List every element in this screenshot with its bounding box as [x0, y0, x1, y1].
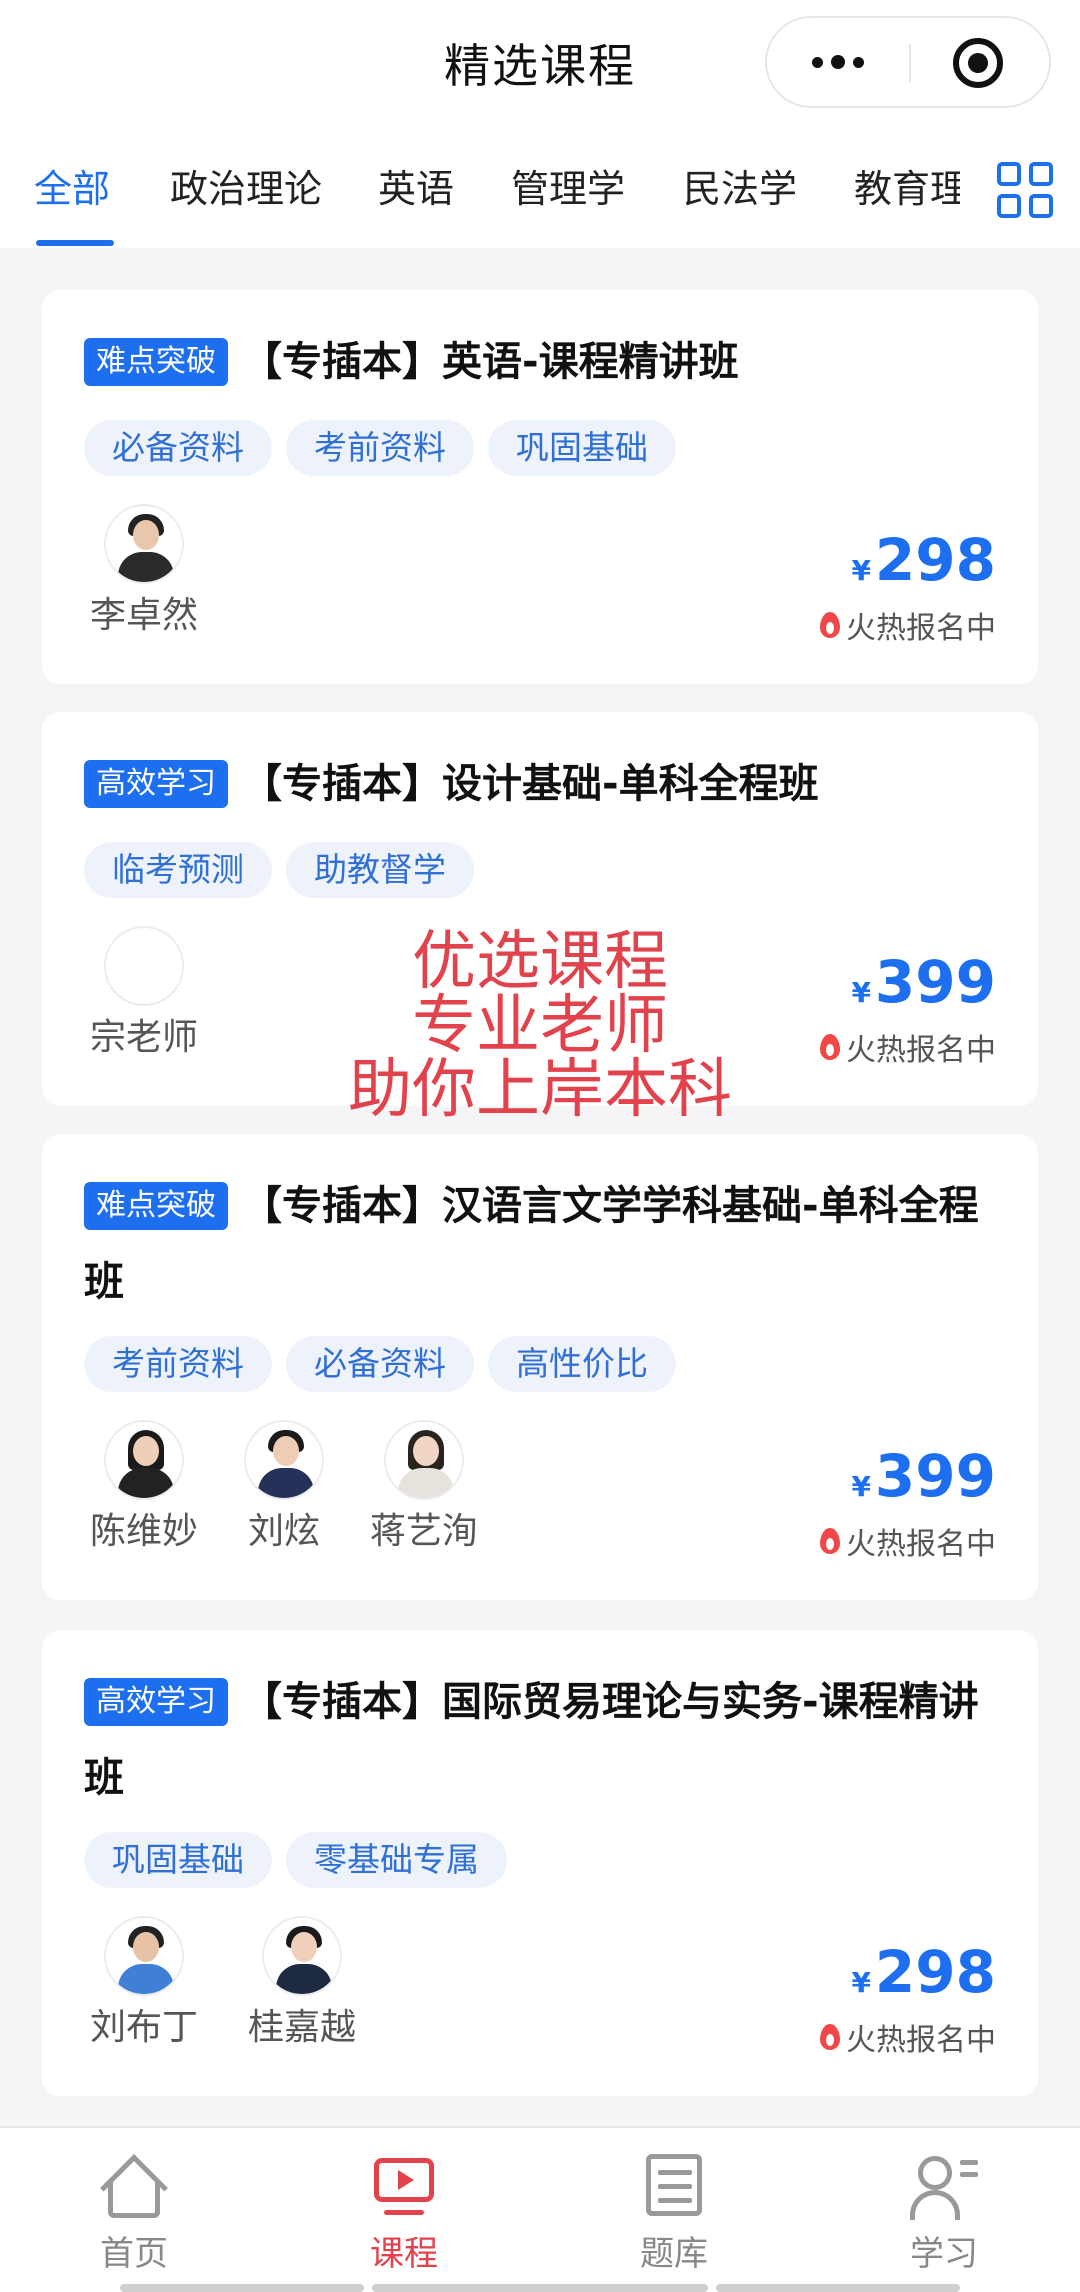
teacher-avatar	[104, 1916, 184, 1996]
course-price: ¥399	[851, 1442, 996, 1510]
teacher: 宗老师	[84, 926, 204, 1060]
home-indicator	[120, 2284, 364, 2292]
close-mini-program-icon[interactable]	[953, 38, 1003, 88]
teacher-avatar	[262, 1916, 342, 1996]
nav-label: 首页	[100, 2234, 168, 2274]
price-block: ¥298 火热报名中	[820, 1940, 996, 2059]
nav-study[interactable]: 学习	[874, 2152, 1014, 2275]
teacher-name: 宗老师	[89, 1017, 198, 1058]
dot-icon	[831, 55, 845, 69]
home-icon	[100, 2152, 168, 2222]
teacher-name: 李卓然	[89, 595, 198, 636]
tab-civil-law[interactable]: 民法学	[683, 158, 797, 213]
course-price: ¥399	[851, 948, 996, 1016]
nav-home[interactable]: 首页	[64, 2152, 204, 2275]
enroll-status: 火热报名中	[820, 1025, 996, 1069]
course-title: 难点突破 【专插本】英语-课程精讲班	[84, 324, 998, 400]
course-tag: 助教督学	[286, 842, 474, 898]
home-indicator	[716, 2284, 960, 2292]
course-tag: 考前资料	[286, 420, 474, 476]
nav-label: 课程	[370, 2234, 438, 2274]
mini-program-capsule	[765, 16, 1051, 108]
course-card[interactable]: 高效学习 【专插本】国际贸易理论与实务-课程精讲班 巩固基础 零基础专属 刘布丁 …	[42, 1630, 1038, 2096]
teacher: 刘布丁	[84, 1916, 204, 2050]
enroll-status: 火热报名中	[820, 603, 996, 647]
course-tag: 必备资料	[84, 420, 272, 476]
teacher-avatar	[104, 504, 184, 584]
course-title: 难点突破 【专插本】汉语言文学学科基础-单科全程班	[84, 1168, 998, 1320]
tab-politics[interactable]: 政治理论	[170, 158, 322, 213]
more-menu-button[interactable]	[767, 18, 909, 106]
teacher: 蒋艺洵	[364, 1420, 484, 1554]
course-tag: 考前资料	[84, 1336, 272, 1392]
enroll-status: 火热报名中	[820, 1519, 996, 1563]
tab-all[interactable]: 全部	[34, 158, 110, 213]
teacher-avatar	[384, 1420, 464, 1500]
dot-icon	[812, 56, 823, 68]
tab-education[interactable]: 教育理	[854, 158, 968, 213]
nav-quiz[interactable]: 题库	[604, 2152, 744, 2275]
tab-english[interactable]: 英语	[378, 158, 454, 213]
teacher-avatar	[104, 926, 184, 1006]
study-icon	[910, 2152, 978, 2220]
nav-course[interactable]: 课程	[334, 2152, 474, 2275]
teacher-name: 刘炫	[247, 1511, 320, 1552]
teacher-name: 蒋艺洵	[369, 1511, 478, 1552]
teacher: 陈维妙	[84, 1420, 204, 1554]
course-tag: 巩固基础	[488, 420, 676, 476]
home-indicator	[372, 2284, 708, 2292]
enroll-status: 火热报名中	[820, 2015, 996, 2059]
course-badge: 高效学习	[84, 760, 228, 808]
course-tags: 巩固基础 零基础专属	[84, 1832, 507, 1888]
course-title-text: 【专插本】设计基础-单科全程班	[242, 761, 819, 807]
course-tag: 高性价比	[488, 1336, 676, 1392]
teacher-avatar	[244, 1420, 324, 1500]
course-title: 高效学习 【专插本】设计基础-单科全程班	[84, 746, 998, 822]
nav-label: 学习	[910, 2234, 978, 2274]
course-card[interactable]: 难点突破 【专插本】汉语言文学学科基础-单科全程班 考前资料 必备资料 高性价比 …	[42, 1134, 1038, 1600]
course-tag: 临考预测	[84, 842, 272, 898]
teacher: 刘炫	[224, 1420, 344, 1554]
course-tag: 零基础专属	[286, 1832, 507, 1888]
course-tags: 临考预测 助教督学	[84, 842, 474, 898]
course-badge: 难点突破	[84, 338, 228, 386]
price-block: ¥399 火热报名中	[820, 1444, 996, 1563]
bottom-tab-bar: 首页 课程 题库 学习	[0, 2126, 1080, 2292]
teacher-name: 桂嘉越	[247, 2007, 356, 2048]
course-title-text: 【专插本】英语-课程精讲班	[242, 339, 739, 385]
course-card[interactable]: 难点突破 【专插本】英语-课程精讲班 必备资料 考前资料 巩固基础 李卓然 ¥29…	[42, 290, 1038, 684]
flame-icon	[820, 1034, 840, 1060]
course-badge: 难点突破	[84, 1182, 228, 1230]
capsule-divider	[909, 44, 911, 82]
course-tag: 巩固基础	[84, 1832, 272, 1888]
grid-menu-icon[interactable]	[997, 162, 1053, 218]
active-tab-indicator	[36, 240, 114, 246]
course-card[interactable]: 高效学习 【专插本】设计基础-单科全程班 临考预测 助教督学 宗老师 ¥399 火…	[42, 712, 1038, 1106]
course-icon	[370, 2152, 438, 2220]
navigation-header: 精选课程	[0, 0, 1080, 130]
teacher-name: 刘布丁	[89, 2007, 198, 2048]
course-badge: 高效学习	[84, 1678, 228, 1726]
course-price: ¥298	[851, 526, 996, 594]
tab-management[interactable]: 管理学	[511, 158, 625, 213]
teacher: 李卓然	[84, 504, 204, 638]
teacher-avatar	[104, 1420, 184, 1500]
course-tags: 考前资料 必备资料 高性价比	[84, 1336, 676, 1392]
flame-icon	[820, 1528, 840, 1554]
flame-icon	[820, 2024, 840, 2050]
course-tags: 必备资料 考前资料 巩固基础	[84, 420, 676, 476]
price-block: ¥399 火热报名中	[820, 950, 996, 1069]
category-tabs: 全部 政治理论 英语 管理学 民法学 教育理	[0, 130, 1080, 248]
nav-label: 题库	[640, 2234, 708, 2274]
dot-icon	[853, 56, 864, 68]
price-block: ¥298 火热报名中	[820, 528, 996, 647]
flame-icon	[820, 612, 840, 638]
course-title: 高效学习 【专插本】国际贸易理论与实务-课程精讲班	[84, 1664, 998, 1816]
quiz-icon	[640, 2152, 708, 2220]
course-price: ¥298	[851, 1938, 996, 2006]
teacher-name: 陈维妙	[89, 1511, 198, 1552]
teacher: 桂嘉越	[242, 1916, 362, 2050]
course-tag: 必备资料	[286, 1336, 474, 1392]
